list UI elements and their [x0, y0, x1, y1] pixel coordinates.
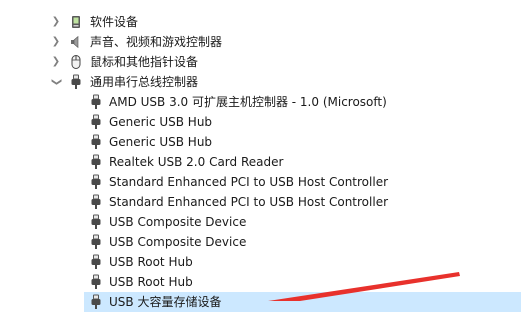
- device-item[interactable]: USB Composite Device: [0, 232, 521, 252]
- device-item[interactable]: USB Root Hub: [0, 252, 521, 272]
- device-item[interactable]: Standard Enhanced PCI to USB Host Contro…: [0, 192, 521, 212]
- device-label: Generic USB Hub: [109, 135, 213, 149]
- category-label: 声音、视频和游戏控制器: [90, 35, 223, 49]
- usb-plug-icon: [88, 294, 104, 310]
- usb-plug-icon: [88, 254, 104, 270]
- usb-plug-icon: [88, 94, 104, 110]
- category-sound-video-game[interactable]: ❯ 声音、视频和游戏控制器: [0, 32, 521, 52]
- usb-plug-icon: [88, 134, 104, 150]
- device-label: Realtek USB 2.0 Card Reader: [109, 155, 284, 169]
- device-label: Standard Enhanced PCI to USB Host Contro…: [109, 175, 389, 189]
- device-label: Generic USB Hub: [109, 115, 213, 129]
- device-item[interactable]: Standard Enhanced PCI to USB Host Contro…: [0, 172, 521, 192]
- device-label: USB Root Hub: [109, 255, 193, 269]
- device-item[interactable]: USB Root Hub: [0, 272, 521, 292]
- usb-plug-icon: [68, 74, 84, 90]
- mouse-icon: [68, 54, 84, 70]
- category-software-devices[interactable]: ❯ 软件设备: [0, 12, 521, 32]
- device-item[interactable]: AMD USB 3.0 可扩展主机控制器 - 1.0 (Microsoft): [0, 92, 521, 112]
- chevron-right-icon[interactable]: ❯: [50, 52, 62, 72]
- category-label: 鼠标和其他指针设备: [90, 55, 199, 69]
- device-label: USB Composite Device: [109, 235, 247, 249]
- usb-plug-icon: [88, 174, 104, 190]
- device-item[interactable]: USB Composite Device: [0, 212, 521, 232]
- device-item[interactable]: Realtek USB 2.0 Card Reader: [0, 152, 521, 172]
- chevron-right-icon[interactable]: ❯: [50, 12, 62, 32]
- device-item[interactable]: Generic USB Hub: [0, 112, 521, 132]
- chevron-right-icon[interactable]: ❯: [50, 32, 62, 52]
- device-item[interactable]: Generic USB Hub: [0, 132, 521, 152]
- usb-plug-icon: [88, 234, 104, 250]
- device-label: USB 大容量存储设备: [109, 295, 222, 309]
- device-label: AMD USB 3.0 可扩展主机控制器 - 1.0 (Microsoft): [109, 95, 387, 109]
- usb-plug-icon: [88, 154, 104, 170]
- software-device-icon: [68, 14, 84, 30]
- device-label: USB Root Hub: [109, 275, 193, 289]
- speaker-icon: [68, 34, 84, 50]
- category-label: 通用串行总线控制器: [90, 75, 199, 89]
- usb-plug-icon: [88, 214, 104, 230]
- device-tree: ❯ 软件设备 ❯ 声音、视频和游戏控制器 ❯ 鼠标和其他指针设备 ❯ 通用串行总…: [0, 12, 521, 312]
- device-item-selected[interactable]: USB 大容量存储设备: [0, 292, 521, 312]
- chevron-down-icon[interactable]: ❯: [46, 76, 66, 88]
- device-label: Standard Enhanced PCI to USB Host Contro…: [109, 195, 389, 209]
- category-mice-pointing[interactable]: ❯ 鼠标和其他指针设备: [0, 52, 521, 72]
- usb-plug-icon: [88, 114, 104, 130]
- category-usb-controllers[interactable]: ❯ 通用串行总线控制器: [0, 72, 521, 92]
- usb-plug-icon: [88, 194, 104, 210]
- device-label: USB Composite Device: [109, 215, 247, 229]
- usb-plug-icon: [88, 274, 104, 290]
- category-label: 软件设备: [90, 15, 139, 29]
